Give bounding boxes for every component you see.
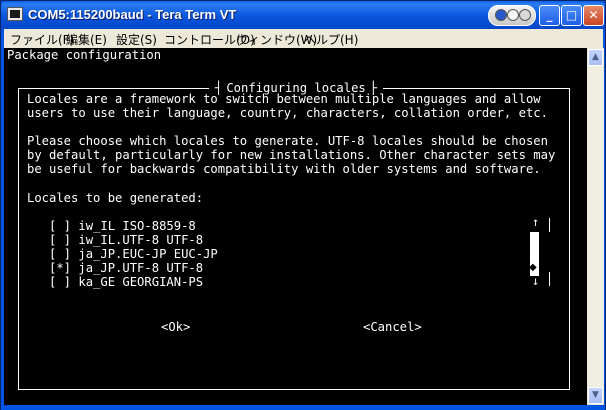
locale-checkbox[interactable]: [ ] [49, 247, 71, 261]
menu-settings[interactable]: 設定(S) [116, 31, 157, 48]
terminal-app-icon[interactable] [7, 7, 23, 21]
diamond-icon: ◆ [529, 262, 537, 273]
scroll-down-arrow-icon[interactable]: ↓ [532, 274, 539, 288]
terminal-screen[interactable]: Package configuration Configuring locale… [4, 48, 587, 405]
locale-item[interactable]: [ ] ja_JP.EUC-JP EUC-JP [49, 247, 218, 261]
package-config-header: Package configuration [7, 48, 162, 62]
locale-item[interactable]: [ ] ka_GE GEORGIAN-PS [49, 275, 203, 289]
blue-dot-icon [495, 9, 507, 21]
locale-name: ja_JP.EUC-JP EUC-JP [78, 247, 218, 261]
locale-name: ja_JP.UTF-8 UTF-8 [78, 261, 204, 275]
terminal-window: COM5:115200baud - Tera Term VT _ □ ✕ ファイ… [0, 0, 606, 410]
toolbar-toggle-button[interactable] [488, 5, 536, 26]
list-border-tick [549, 218, 550, 232]
menu-bar: ファイル(F) 編集(E) 設定(S) コントロール(O) ウィンドウ(W) ヘ… [4, 29, 603, 48]
scroll-up-button[interactable]: ▲ [588, 49, 603, 66]
locale-checkbox[interactable]: [*] [49, 261, 71, 275]
locale-item[interactable]: [ ] iw_IL ISO-8859-8 [49, 219, 196, 233]
window-scrollbar[interactable]: ▲ ▼ [587, 48, 604, 405]
menu-edit[interactable]: 編集(E) [66, 31, 107, 48]
menu-help[interactable]: ヘルプ(H) [304, 31, 358, 48]
locale-name: ka_GE GEORGIAN-PS [78, 275, 204, 289]
description-line: users to use their language, country, ch… [27, 106, 548, 120]
cancel-button[interactable]: <Cancel> [363, 320, 422, 334]
scroll-track[interactable] [588, 66, 603, 386]
list-scrollbar[interactable]: ↑ ◆ ↓ [529, 215, 550, 288]
description-line: Please choose which locales to generate.… [27, 134, 548, 148]
window-bottom-border [1, 405, 605, 410]
locale-checkbox[interactable]: [ ] [49, 219, 71, 233]
window-title: COM5:115200baud - Tera Term VT [28, 7, 237, 22]
locale-item[interactable]: [*] ja_JP.UTF-8 UTF-8 [49, 261, 203, 275]
locale-checkbox[interactable]: [ ] [49, 233, 71, 247]
list-border-tick [549, 272, 550, 286]
locale-checkbox[interactable]: [ ] [49, 275, 71, 289]
close-button[interactable]: ✕ [583, 5, 604, 26]
gray-dot-icon [519, 9, 531, 21]
locale-item[interactable]: [ ] iw_IL.UTF-8 UTF-8 [49, 233, 203, 247]
description-line: Locales are a framework to switch betwee… [27, 92, 541, 106]
ok-button[interactable]: <Ok> [161, 320, 190, 334]
menu-file[interactable]: ファイル(F) [10, 31, 74, 48]
list-label: Locales to be generated: [27, 191, 204, 205]
white-dot-icon [507, 9, 519, 21]
maximize-button[interactable]: □ [561, 5, 582, 26]
scroll-down-button[interactable]: ▼ [588, 387, 603, 404]
scroll-up-arrow-icon[interactable]: ↑ [532, 215, 539, 229]
title-bar[interactable]: COM5:115200baud - Tera Term VT _ □ ✕ [1, 1, 605, 29]
description-line: be useful for backwards compatibility wi… [27, 162, 541, 176]
description-line: by default, particularly for new install… [27, 148, 556, 162]
minimize-button[interactable]: _ [539, 5, 560, 26]
locale-name: iw_IL.UTF-8 UTF-8 [78, 233, 204, 247]
scroll-thumb[interactable]: ◆ [529, 232, 539, 276]
locale-name: iw_IL ISO-8859-8 [78, 219, 196, 233]
